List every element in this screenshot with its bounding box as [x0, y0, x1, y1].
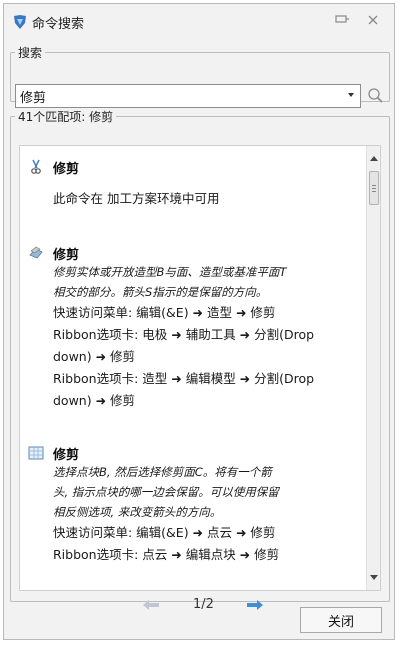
close-button[interactable]: 关闭 — [300, 607, 382, 633]
window-title: 命令搜索 — [32, 17, 85, 32]
result-entry[interactable]: 修剪 此命令在 加工方案环境中可用 — [28, 158, 358, 210]
scroll-up-arrow-icon[interactable] — [370, 156, 378, 161]
result-name: 修剪 — [53, 447, 80, 463]
access-path-line: down) ➜ 修剪 — [53, 393, 136, 408]
trim-points-icon — [28, 446, 44, 460]
next-page-arrow-icon[interactable] — [245, 598, 265, 612]
description-line: 相反侧选项, 来改变箭头的方向。 — [53, 505, 222, 519]
command-search-app-icon — [14, 15, 26, 29]
pin-icon[interactable] — [334, 13, 350, 27]
description-line: 选择点块B, 然后选择修剪面C。将有一个箭 — [53, 465, 272, 479]
access-path-line: Ribbon选项卡: 造型 ➜ 编辑模型 ➜ 分割(Drop — [53, 371, 315, 386]
access-path-line: Ribbon选项卡: 电极 ➜ 辅助工具 ➜ 分割(Drop — [53, 327, 315, 342]
access-path-line: 快速访问菜单: 编辑(&E) ➜ 造型 ➜ 修剪 — [53, 305, 276, 320]
description-line: 头, 指示点块的哪一边会保留。可以使用保留 — [53, 485, 279, 499]
description-line: 相交的部分。箭头S指示的是保留的方向。 — [53, 285, 268, 299]
description-line: 修剪实体或开放造型B与面、造型或基准平面T — [53, 265, 287, 279]
magnifier-icon[interactable] — [366, 86, 384, 104]
results-count-label: 41个匹配项: 修剪 — [18, 110, 114, 124]
trim-scissors-icon — [31, 159, 41, 174]
search-combobox[interactable] — [15, 84, 361, 108]
title-bar: 命令搜索 — [4, 4, 394, 38]
command-search-dialog: 命令搜索 搜索 41个匹配项: 修剪 — [3, 3, 395, 640]
results-content: 修剪 此命令在 加工方案环境中可用 修剪 修剪实体或开放造型B与面、造型或基准平… — [20, 146, 366, 590]
results-group: 41个匹配项: 修剪 修剪 此命令在 加工方案环境中可用 修剪 修剪实体或开放造… — [10, 108, 390, 612]
trim-body-icon — [29, 246, 43, 259]
search-group: 搜索 — [10, 44, 390, 108]
access-path-line: 快速访问菜单: 编辑(&E) ➜ 点云 ➜ 修剪 — [53, 525, 276, 540]
availability-text: 此命令在 加工方案环境中可用 — [53, 191, 220, 206]
results-list[interactable]: 修剪 此命令在 加工方案环境中可用 修剪 修剪实体或开放造型B与面、造型或基准平… — [19, 145, 381, 591]
result-name: 修剪 — [53, 247, 80, 263]
scroll-thumb[interactable] — [369, 171, 379, 205]
previous-page-arrow-icon[interactable] — [141, 598, 161, 612]
page-indicator: 1/2 — [193, 597, 214, 612]
result-entry[interactable]: 修剪 修剪实体或开放造型B与面、造型或基准平面T 相交的部分。箭头S指示的是保留… — [28, 244, 358, 412]
search-input[interactable] — [16, 85, 336, 107]
access-path-line: Ribbon选项卡: 点云 ➜ 编辑点块 ➜ 修剪 — [53, 547, 280, 562]
access-path-line: down) ➜ 修剪 — [53, 349, 136, 364]
scroll-down-arrow-icon[interactable] — [370, 575, 378, 580]
result-name: 修剪 — [53, 161, 80, 177]
search-group-label: 搜索 — [18, 46, 43, 60]
close-icon[interactable] — [365, 13, 381, 27]
result-entry[interactable]: 修剪 选择点块B, 然后选择修剪面C。将有一个箭 头, 指示点块的哪一边会保留。… — [28, 444, 358, 566]
vertical-scrollbar[interactable] — [366, 146, 380, 590]
dropdown-arrow-icon[interactable] — [348, 93, 354, 97]
